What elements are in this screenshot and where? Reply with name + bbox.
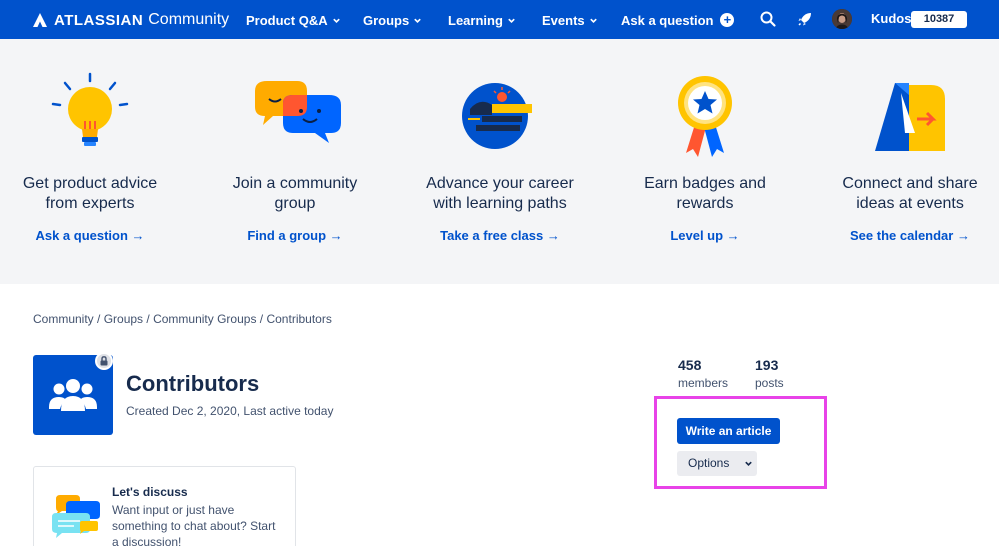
promo-card-title: Connect and share ideas at events xyxy=(820,174,999,214)
atlassian-logo-icon xyxy=(33,13,47,27)
learning-path-icon xyxy=(462,83,532,149)
chevron-down-icon xyxy=(414,18,422,23)
page-title: Contributors xyxy=(126,371,260,396)
promo-card-learning: Advance your career with learning paths … xyxy=(410,39,590,284)
level-up-link[interactable]: Level up → xyxy=(615,228,795,243)
posts-count[interactable]: 193 xyxy=(755,357,778,373)
promo-card-title: Get product advice from experts xyxy=(0,174,180,214)
promo-band: Get product advice from experts Ask a qu… xyxy=(0,39,999,284)
nav-groups[interactable]: Groups xyxy=(363,10,422,30)
title-line-2: ideas at events xyxy=(856,195,964,212)
rocket-icon[interactable] xyxy=(796,10,814,28)
title-line-1: Connect and share xyxy=(842,175,978,192)
discussion-bubbles-icon xyxy=(52,495,100,538)
nav-product-qa[interactable]: Product Q&A xyxy=(246,10,341,30)
members-count[interactable]: 458 xyxy=(678,357,701,373)
avatar[interactable] xyxy=(832,9,852,29)
nav-events-label: Events xyxy=(542,12,585,28)
nav-learning-label: Learning xyxy=(448,12,503,28)
title-line-2: from experts xyxy=(45,195,135,212)
find-group-link[interactable]: Find a group → xyxy=(205,228,385,243)
write-article-button[interactable]: Write an article xyxy=(677,418,780,444)
title-line-2: with learning paths xyxy=(433,195,567,212)
title-line-1: Earn badges and xyxy=(644,175,766,192)
kudos-label[interactable]: Kudos xyxy=(871,11,911,26)
title-line-2: rewards xyxy=(676,195,734,212)
chevron-down-icon xyxy=(589,18,597,23)
promo-card-badges: Earn badges and rewards Level up → xyxy=(615,39,795,284)
take-free-class-link[interactable]: Take a free class → xyxy=(410,228,590,243)
user-photo-icon xyxy=(832,9,852,29)
discussion-card-title: Let's discuss xyxy=(112,485,188,499)
group-meta: Created Dec 2, 2020, Last active today xyxy=(126,404,334,418)
kudos-count-badge[interactable]: 10387 xyxy=(911,11,967,28)
members-label: members xyxy=(678,376,729,390)
brand-name: ATLASSIAN xyxy=(54,11,144,29)
top-navigation: ATLASSIAN Community Product Q&A Groups L… xyxy=(0,0,999,39)
lightbulb-icon xyxy=(51,72,129,146)
chevron-down-icon xyxy=(332,18,340,23)
ask-question-nav-button[interactable]: Ask a question + xyxy=(621,10,735,30)
posts-label: posts xyxy=(755,376,784,390)
promo-card-group: Join a community group Find a group → xyxy=(205,39,385,284)
chat-bubbles-icon xyxy=(255,81,341,143)
breadcrumb-contributors[interactable]: Contributors xyxy=(266,312,331,326)
title-line-1: Join a community xyxy=(232,175,358,192)
atlassian-events-icon xyxy=(875,83,945,151)
promo-card-title: Earn badges and rewards xyxy=(615,174,795,214)
options-label: Options xyxy=(688,456,730,470)
breadcrumb: Community / Groups / Community Groups / … xyxy=(33,312,332,326)
nav-events[interactable]: Events xyxy=(542,10,598,30)
discussion-card-body: Want input or just have something to cha… xyxy=(112,503,276,546)
options-button[interactable]: Options xyxy=(677,451,757,476)
search-icon[interactable] xyxy=(759,10,777,28)
promo-card-advice: Get product advice from experts Ask a qu… xyxy=(0,39,180,284)
ask-question-link[interactable]: Ask a question → xyxy=(0,228,180,243)
discussion-card[interactable]: Let's discuss Want input or just have so… xyxy=(33,466,296,546)
breadcrumb-community[interactable]: Community xyxy=(33,312,94,326)
chevron-down-icon xyxy=(745,461,752,466)
chevron-down-icon xyxy=(508,18,515,23)
title-line-1: Get product advice xyxy=(22,175,158,192)
lock-icon xyxy=(100,356,108,366)
ask-question-label: Ask a question xyxy=(621,12,714,28)
atlassian-community-logo[interactable]: ATLASSIAN Community xyxy=(32,8,229,32)
title-line-2: group xyxy=(274,195,316,212)
breadcrumb-groups[interactable]: Groups xyxy=(104,312,143,326)
promo-card-events: Connect and share ideas at events See th… xyxy=(820,39,999,284)
lock-badge xyxy=(95,352,113,370)
nav-learning[interactable]: Learning xyxy=(448,10,516,30)
breadcrumb-community-groups[interactable]: Community Groups xyxy=(153,312,256,326)
promo-card-title: Join a community group xyxy=(205,174,385,214)
see-calendar-link[interactable]: See the calendar → xyxy=(820,228,999,243)
nav-groups-label: Groups xyxy=(363,12,410,28)
badge-ribbon-icon xyxy=(678,76,732,157)
nav-product-qa-label: Product Q&A xyxy=(246,12,328,28)
brand-sub: Community xyxy=(148,11,230,28)
plus-circle-icon: + xyxy=(720,13,735,27)
promo-card-title: Advance your career with learning paths xyxy=(410,174,590,214)
title-line-1: Advance your career xyxy=(426,175,574,192)
